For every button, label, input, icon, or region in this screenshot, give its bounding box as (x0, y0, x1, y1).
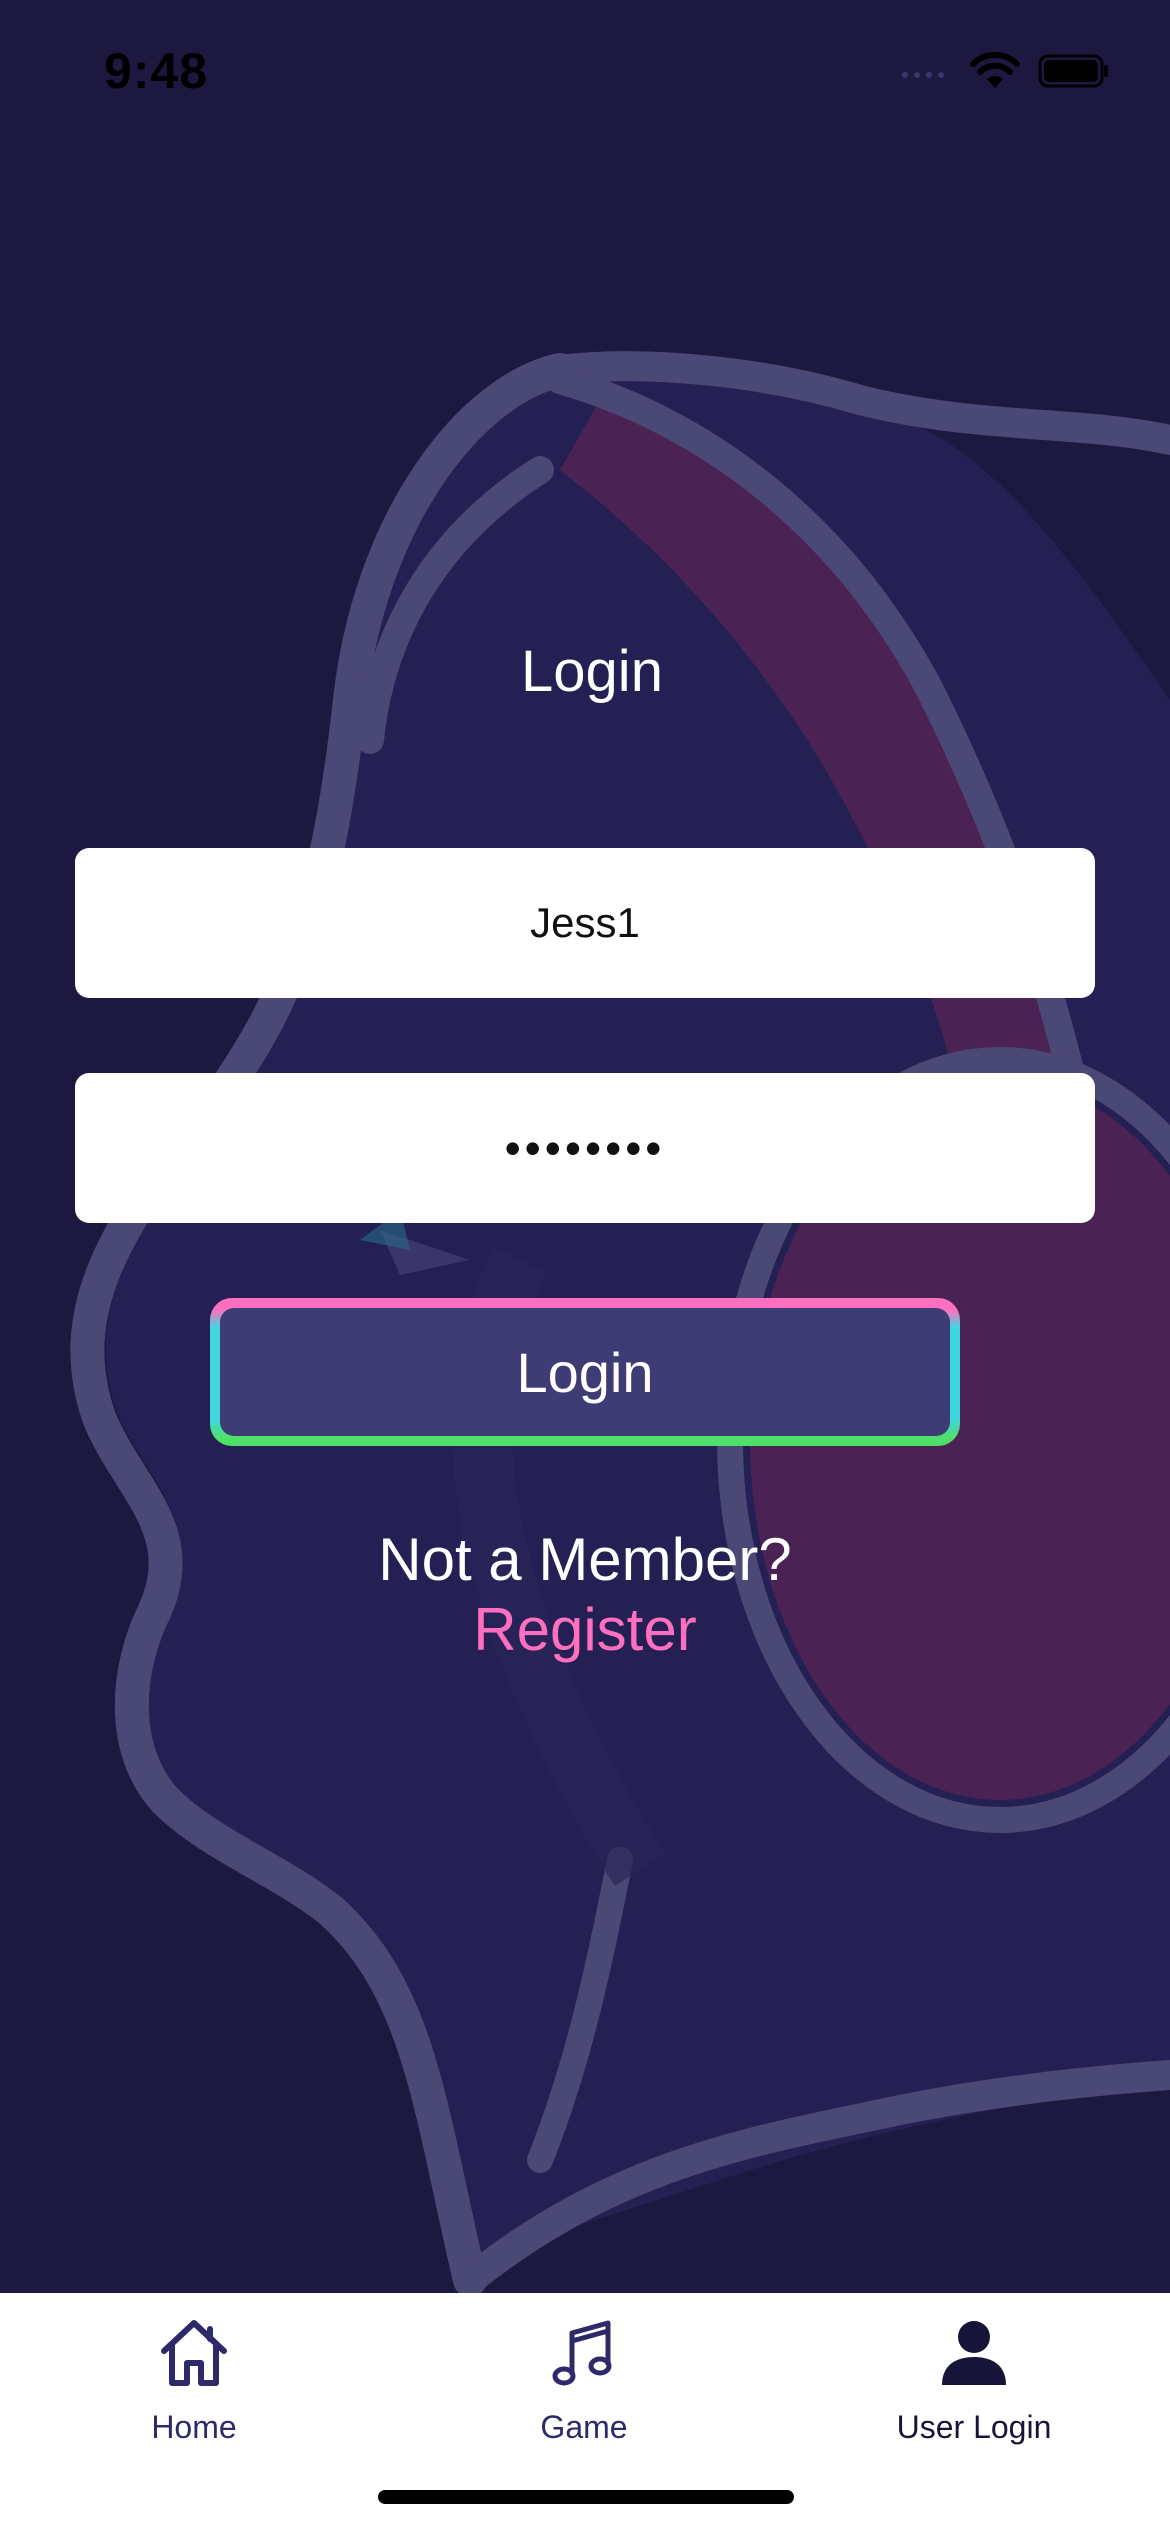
page-title: Login (521, 639, 663, 704)
wifi-icon (970, 52, 1020, 88)
signal-icon (902, 72, 944, 78)
tab-game[interactable]: Game (434, 2313, 734, 2446)
home-icon (161, 2320, 227, 2386)
username-field[interactable]: Jess1 (75, 848, 1095, 998)
tab-home[interactable]: Home (44, 2313, 344, 2446)
status-time: 9:48 (104, 43, 209, 99)
user-icon (942, 2321, 1006, 2385)
register-link[interactable]: Register (0, 1595, 1170, 1664)
status-bar: 9:48 (0, 0, 1170, 150)
password-field[interactable]: •••••••• (75, 1073, 1095, 1223)
tab-game-label: Game (540, 2409, 628, 2445)
tab-user-login[interactable]: User Login (824, 2313, 1124, 2446)
tab-home-label: Home (151, 2409, 237, 2445)
home-indicator (378, 2490, 794, 2504)
tab-user-login-label: User Login (896, 2409, 1052, 2445)
member-prompt: Not a Member? (378, 1526, 792, 1593)
battery-icon (1038, 54, 1108, 88)
login-screen: 9:48 Login Jess1 •••••••• Login Not a Me… (0, 0, 1170, 2532)
login-button[interactable]: Login (210, 1298, 960, 1446)
status-icons (900, 52, 1110, 90)
login-button-label: Login (220, 1308, 950, 1436)
music-note-icon (552, 2320, 612, 2386)
